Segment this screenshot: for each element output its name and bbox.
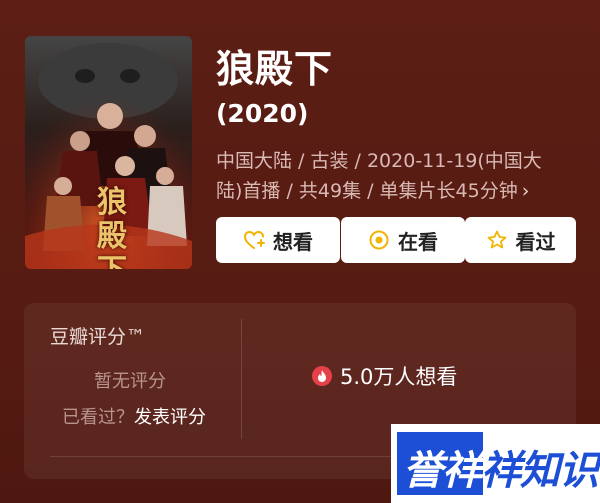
want-button[interactable]: 想看 <box>216 217 340 263</box>
rating-label: 豆瓣评分™ <box>50 326 146 348</box>
meta-line-1: 中国大陆 / 古装 / 2020-11-19(中国大 <box>216 150 542 172</box>
page-title: 狼殿下 <box>216 47 334 91</box>
seen-question: 已看过？发表评分 <box>62 403 206 429</box>
fire-icon <box>312 366 332 386</box>
poster-image[interactable]: 狼殿下 <box>25 36 192 269</box>
watermark: 誉祥祥知识 <box>391 424 600 503</box>
chevron-right-icon: › <box>521 180 530 202</box>
want-label: 想看 <box>273 229 313 254</box>
release-year: (2020) <box>216 99 309 128</box>
done-button[interactable]: 看过 <box>465 217 576 263</box>
done-label: 看过 <box>515 229 556 254</box>
page: 狼殿下 狼殿下 (2020) 中国大陆 / 古装 / 2020-11-19(中国… <box>0 0 600 503</box>
poster-title: 狼殿下 <box>97 185 127 270</box>
want-count: 5.0万人想看 <box>312 361 457 391</box>
doing-button[interactable]: 在看 <box>341 217 465 263</box>
no-rating-text: 暂无评分 <box>94 371 166 392</box>
seen-question-text: 已看过？ <box>62 407 134 428</box>
want-count-text: 5.0万人想看 <box>340 365 458 389</box>
star-icon <box>486 229 508 251</box>
meta-line-2: 陆)首播 / 共49集 / 单集片长45分钟 <box>216 180 518 202</box>
meta-line-2-wrap: 陆)首播 / 共49集 / 单集片长45分钟 › <box>216 176 586 206</box>
watermark-text: 誉祥祥知识 <box>403 448 599 494</box>
panel-divider <box>241 319 242 439</box>
heart-plus-icon <box>243 229 265 251</box>
meta-info[interactable]: 中国大陆 / 古装 / 2020-11-19(中国大 陆)首播 / 共49集 /… <box>216 146 586 206</box>
doing-label: 在看 <box>398 229 438 254</box>
post-rating-link[interactable]: 发表评分 <box>134 407 206 428</box>
target-circle-icon <box>368 229 390 251</box>
